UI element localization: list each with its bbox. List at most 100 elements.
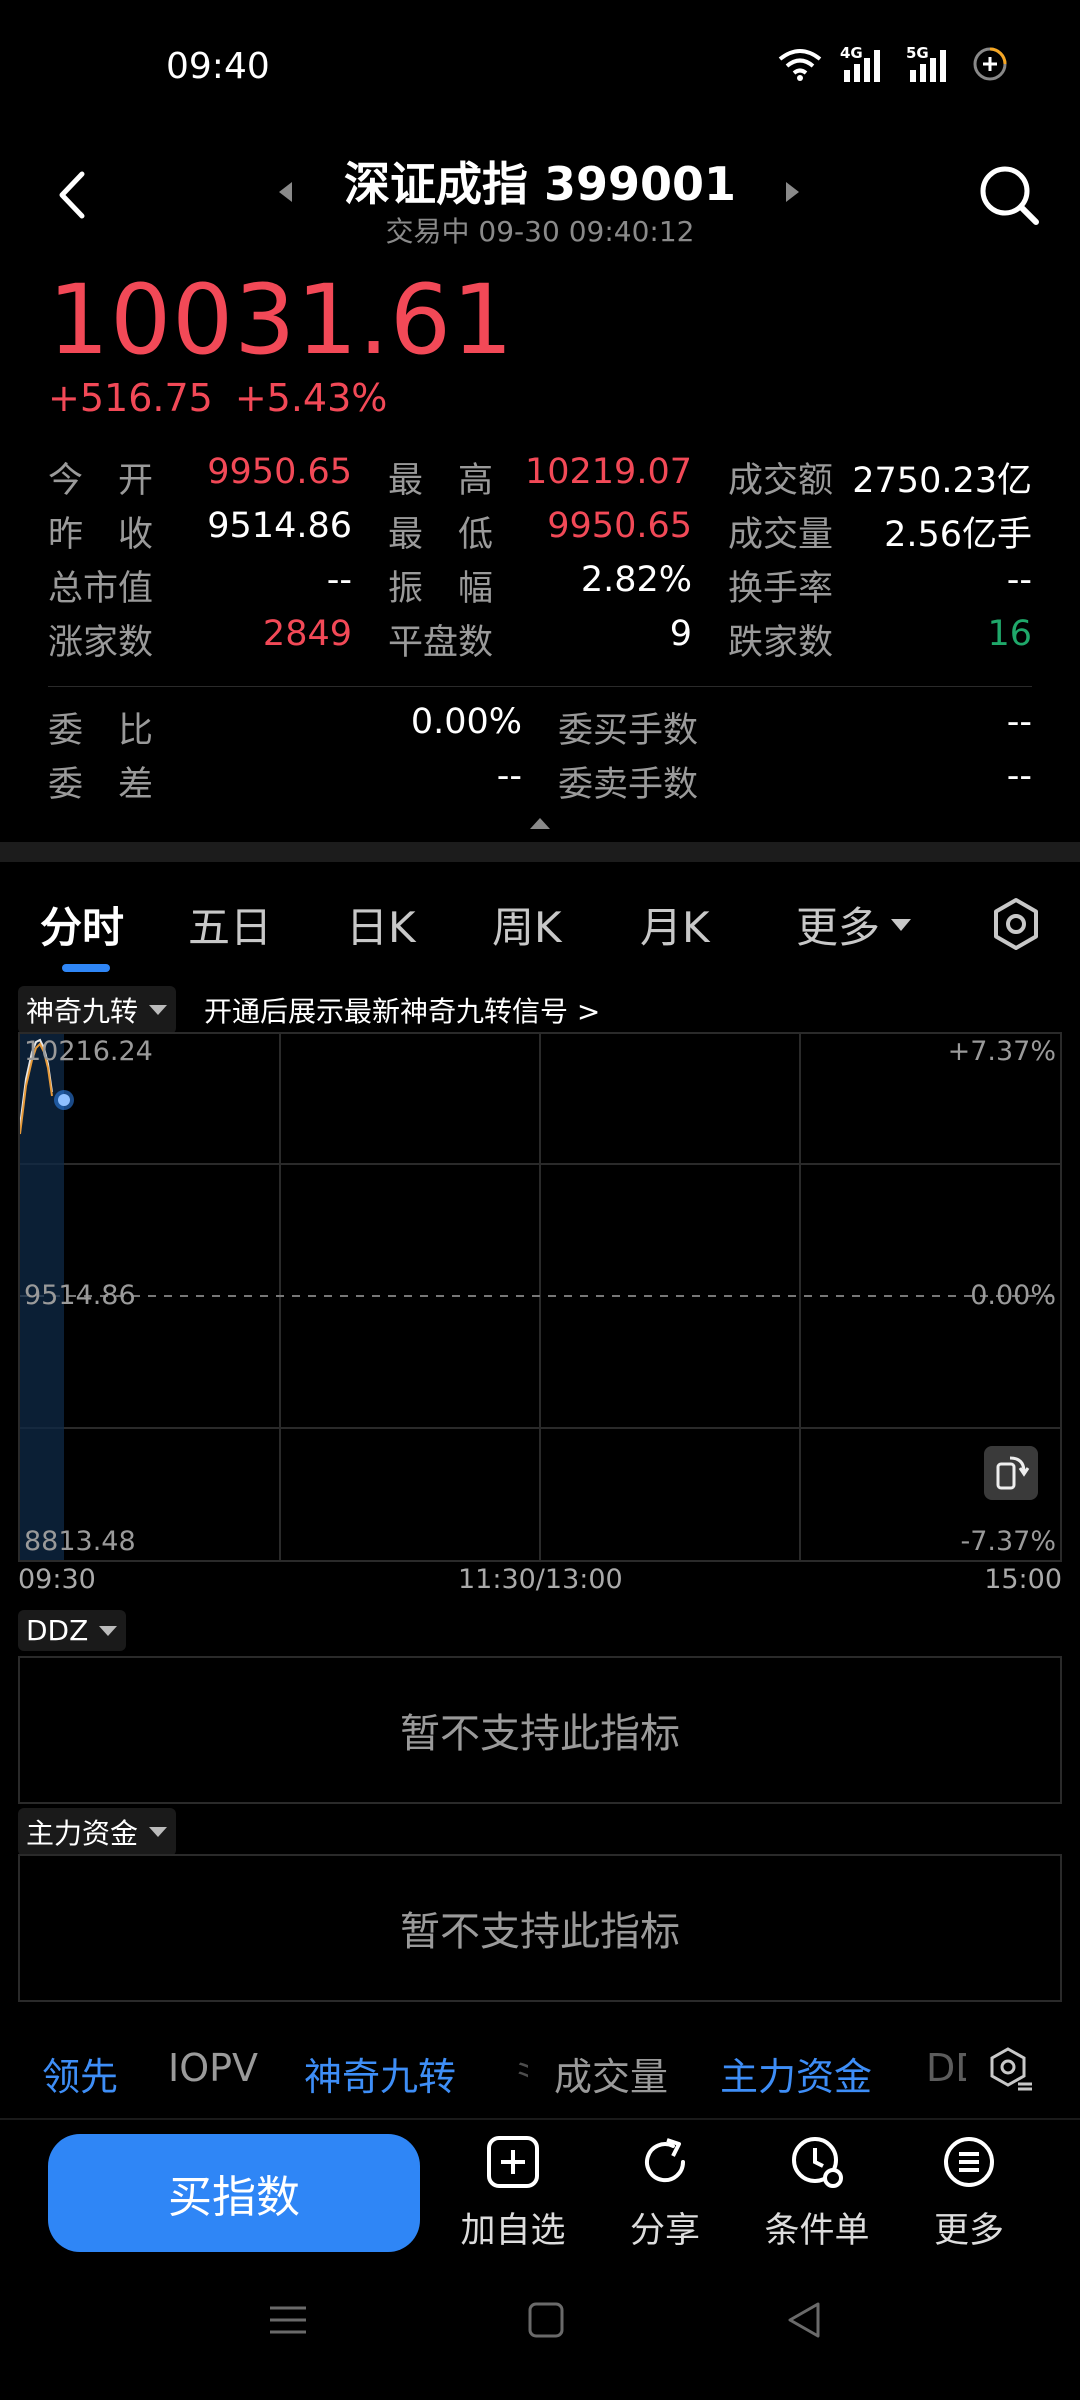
stat-turnover-rate: 换手率 -- — [728, 559, 1032, 609]
stat-volume: 成交量 2.56亿手 — [728, 514, 1032, 555]
toolbar-separator — [0, 2118, 1080, 2120]
buy-index-button[interactable]: 买指数 — [48, 2134, 420, 2252]
share-label: 分享 — [629, 2211, 700, 2251]
stats-row: 涨家数 2849 平盘数 9 跌家数 16 — [48, 612, 1032, 666]
share-icon — [645, 2138, 686, 2183]
add-watchlist-label: 加自选 — [460, 2211, 566, 2251]
current-price: 10031.61 — [48, 264, 515, 376]
stat-open: 今 开 9950.65 — [48, 451, 352, 501]
main-fund-selector[interactable]: 主力资金 — [18, 1808, 177, 1856]
chart-grid — [20, 1034, 1060, 1560]
ind-tab-iopv[interactable]: IOPV — [168, 2046, 258, 2090]
tab-more-label: 更多 — [796, 903, 881, 952]
menu-circle-icon — [944, 2137, 994, 2187]
change-amount: +516.75 — [48, 376, 213, 420]
main-fund-panel: 暂不支持此指标 — [18, 1854, 1062, 2002]
divider — [48, 686, 1032, 687]
caret-down-icon — [99, 1625, 118, 1636]
ddz-panel: 暂不支持此指标 — [18, 1656, 1062, 1804]
indicator-label: 神奇九转 — [26, 995, 139, 1028]
plus-square-icon — [487, 2136, 539, 2188]
signal-tip-link[interactable]: 开通后展示最新神奇九转信号 > — [204, 990, 600, 1030]
stat-advancers: 涨家数 2849 — [48, 613, 352, 663]
add-watchlist-button[interactable]: 加自选 — [448, 2134, 578, 2253]
menu-nav-icon[interactable] — [268, 2300, 308, 2340]
more-label: 更多 — [933, 2211, 1004, 2251]
stats-grid: 今 开 9950.65 最 高 10219.07 成交额 2750.23亿 昨 收 95… — [48, 450, 1032, 666]
conditional-order-label: 条件单 — [764, 2211, 870, 2251]
price-change: +516.75 +5.43% — [48, 376, 387, 420]
stat-decliners: 跌家数 16 — [728, 613, 1032, 663]
ind-tab-partial: ⺀ — [508, 2055, 528, 2099]
stat-prev-close: 昨 收 9514.86 — [48, 505, 352, 555]
settings-icon[interactable] — [988, 896, 1044, 952]
back-nav-icon[interactable] — [784, 2300, 824, 2340]
y-axis-top: 10216.24 — [24, 1036, 153, 1067]
tab-intraday[interactable]: 分时 — [40, 894, 124, 955]
tab-more[interactable]: 更多 — [796, 894, 912, 955]
caret-down-icon — [149, 1005, 168, 1015]
stat-turnover: 成交额 2750.23亿 — [728, 460, 1032, 501]
section-separator — [0, 842, 1080, 862]
clock-icon — [792, 2137, 843, 2188]
y-axis-mid: 9514.86 — [24, 1280, 136, 1311]
ddz-label: DDZ — [26, 1614, 89, 1647]
y-axis-bottom: 8813.48 — [24, 1526, 136, 1557]
ind-tab-magic-nine[interactable]: 神奇九转 — [304, 2046, 456, 2101]
wifi-icon — [778, 49, 822, 81]
order-ratio: 委 比 0.00% — [48, 701, 522, 751]
ind-tab-dd[interactable]: DD — [926, 2046, 966, 2090]
stat-high: 最 高 10219.07 — [388, 451, 692, 501]
home-nav-icon[interactable] — [526, 2300, 566, 2340]
status-time: 09:40 — [166, 46, 270, 87]
next-stock-arrow[interactable] — [784, 180, 802, 204]
time-start: 09:30 — [18, 1564, 96, 1595]
order-row: 委 比 0.00% 委买手数 -- — [48, 700, 1032, 754]
more-button[interactable]: 更多 — [904, 2134, 1034, 2253]
tab-daily-k[interactable]: 日K — [346, 894, 416, 955]
battery-icon — [973, 47, 1007, 81]
signal-5g-icon: 5G — [906, 44, 954, 82]
conditional-order-button[interactable]: 条件单 — [752, 2134, 882, 2253]
signal-4g-icon: 4G — [840, 44, 888, 82]
collapse-arrow-icon[interactable] — [528, 815, 552, 831]
indicator-settings-icon[interactable] — [986, 2046, 1034, 2094]
ind-tab-lead[interactable]: 领先 — [42, 2046, 118, 2101]
search-icon[interactable] — [974, 160, 1044, 230]
intraday-chart: 10216.24 +7.37% 9514.86 0.00% 8813.48 -7… — [18, 1032, 1062, 1562]
stats-row: 今 开 9950.65 最 高 10219.07 成交额 2750.23亿 — [48, 450, 1032, 504]
order-diff: 委 差 -- — [48, 755, 522, 805]
rotate-screen-button[interactable] — [984, 1446, 1038, 1500]
stock-title: 深证成指 399001 — [343, 157, 737, 211]
order-row: 委 差 -- 委卖手数 -- — [48, 754, 1032, 808]
time-mid: 11:30/13:00 — [458, 1564, 623, 1595]
stats-row: 总市值 -- 振 幅 2.82% 换手率 -- — [48, 558, 1032, 612]
unsupported-message: 暂不支持此指标 — [400, 1711, 680, 1757]
chart-tabs: 分时 五日 日K 周K 月K 更多 — [0, 880, 1080, 970]
indicator-selector[interactable]: 神奇九转 — [18, 986, 177, 1034]
change-percent: +5.43% — [234, 376, 388, 420]
caret-down-icon — [149, 1827, 168, 1837]
ask-volume: 委卖手数 -- — [558, 755, 1032, 805]
tab-monthly-k[interactable]: 月K — [640, 894, 710, 955]
tab-five-day[interactable]: 五日 — [188, 894, 272, 955]
bid-volume: 委买手数 -- — [558, 701, 1032, 751]
stat-unchanged: 平盘数 9 — [388, 613, 692, 663]
stat-low: 最 低 9950.65 — [388, 505, 692, 555]
stats-row: 昨 收 9514.86 最 低 9950.65 成交量 2.56亿手 — [48, 504, 1032, 558]
trade-status: 交易中 09-30 09:40:12 — [385, 215, 695, 248]
pct-axis-bottom: -7.37% — [960, 1526, 1056, 1557]
unsupported-message: 暂不支持此指标 — [400, 1909, 680, 1955]
ind-tab-main-fund[interactable]: 主力资金 — [720, 2046, 872, 2101]
time-end: 15:00 — [984, 1564, 1062, 1595]
tab-weekly-k[interactable]: 周K — [492, 894, 562, 955]
caret-down-icon — [891, 918, 912, 931]
pct-axis-mid: 0.00% — [970, 1280, 1056, 1311]
ddz-selector[interactable]: DDZ — [18, 1610, 127, 1651]
stat-market-cap: 总市值 -- — [48, 559, 352, 609]
active-tab-indicator — [62, 964, 110, 972]
ind-tab-volume[interactable]: 成交量 — [554, 2046, 668, 2101]
main-fund-label: 主力资金 — [26, 1817, 139, 1850]
indicator-tabs: 领先 IOPV 神奇九转 ⺀ 成交量 主力资金 DD — [0, 2040, 1080, 2100]
share-button[interactable]: 分享 — [600, 2134, 730, 2253]
